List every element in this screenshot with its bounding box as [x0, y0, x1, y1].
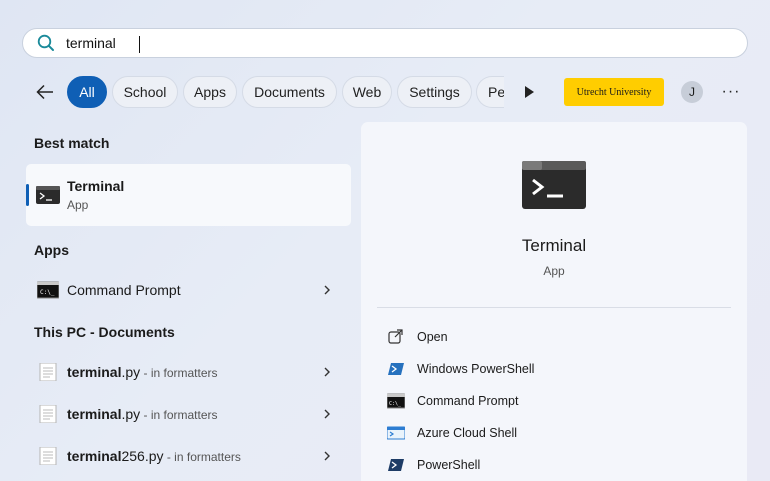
- preview-subtitle: App: [543, 264, 565, 278]
- list-item-label: terminal.py - in formatters: [67, 406, 218, 422]
- filter-bar: All School Apps Documents Web Settings P…: [0, 76, 770, 108]
- play-arrow-icon[interactable]: [522, 84, 536, 100]
- chevron-right-icon[interactable]: [322, 449, 332, 463]
- file-location: - in formatters: [140, 366, 218, 380]
- file-name: terminal: [67, 406, 122, 422]
- best-match-heading: Best match: [34, 135, 110, 151]
- filter-chip-apps[interactable]: Apps: [183, 76, 237, 108]
- preview-title: Terminal: [521, 236, 587, 255]
- action-label: Azure Cloud Shell: [417, 426, 518, 440]
- filter-chip-web[interactable]: Web: [342, 76, 392, 108]
- action-label: Windows PowerShell: [417, 362, 535, 376]
- chevron-right-icon[interactable]: [322, 283, 332, 297]
- list-item-label: terminal256.py - in formatters: [67, 448, 241, 464]
- document-icon: [39, 363, 57, 381]
- divider: [377, 307, 731, 308]
- action-azure-cloud-shell[interactable]: Azure Cloud Shell: [387, 419, 687, 447]
- selection-indicator: [26, 184, 29, 206]
- organization-badge[interactable]: Utrecht University: [564, 78, 664, 106]
- text-caret: [139, 36, 140, 53]
- back-arrow-icon[interactable]: [34, 81, 56, 103]
- action-powershell[interactable]: PowerShell: [387, 451, 687, 479]
- action-open[interactable]: Open: [387, 323, 687, 351]
- action-label: Command Prompt: [417, 394, 519, 408]
- open-external-icon: [388, 329, 403, 344]
- command-prompt-icon: C:\_: [387, 393, 405, 409]
- powershell-icon: [388, 459, 404, 471]
- terminal-app-icon: [36, 186, 60, 204]
- file-location: - in formatters: [163, 450, 241, 464]
- action-windows-powershell[interactable]: Windows PowerShell: [387, 355, 687, 383]
- document-icon: [39, 405, 57, 423]
- filter-chip-people[interactable]: Pe: [476, 76, 504, 108]
- command-prompt-icon: C:\_: [37, 281, 59, 299]
- avatar[interactable]: J: [681, 81, 703, 103]
- action-label: Open: [417, 330, 448, 344]
- filter-chip-school[interactable]: School: [112, 76, 178, 108]
- file-extension: .py: [121, 406, 141, 422]
- list-item-label: terminal.py - in formatters: [67, 364, 218, 380]
- best-match-name: Terminal: [67, 178, 125, 194]
- best-match-item[interactable]: Terminal App: [26, 164, 351, 226]
- file-name: terminal: [67, 448, 122, 464]
- file-extension: 256.py: [121, 448, 164, 464]
- apps-heading: Apps: [34, 242, 69, 258]
- search-box[interactable]: [22, 28, 748, 58]
- list-item[interactable]: terminal.py - in formatters: [26, 396, 351, 432]
- svg-text:C:\_: C:\_: [40, 289, 55, 296]
- azure-cloud-shell-icon: [387, 426, 405, 440]
- action-label: PowerShell: [417, 458, 481, 472]
- document-icon: [39, 447, 57, 465]
- filter-chip-all[interactable]: All: [67, 76, 107, 108]
- svg-text:C:\_: C:\_: [389, 401, 402, 407]
- file-location: - in formatters: [140, 408, 218, 422]
- terminal-app-icon: [522, 161, 586, 209]
- documents-heading: This PC - Documents: [34, 324, 175, 340]
- action-command-prompt[interactable]: C:\_ Command Prompt: [387, 387, 687, 415]
- best-match-type: App: [67, 198, 89, 212]
- search-input[interactable]: [66, 35, 666, 51]
- file-extension: .py: [121, 364, 141, 380]
- filter-chip-documents[interactable]: Documents: [242, 76, 337, 108]
- preview-pane: Terminal App Open Windows PowerShell C:\…: [361, 122, 747, 481]
- filter-chip-settings[interactable]: Settings: [397, 76, 472, 108]
- list-item[interactable]: terminal.py - in formatters: [26, 354, 351, 390]
- powershell-icon: [388, 363, 404, 375]
- list-item-label: Command Prompt: [67, 282, 181, 298]
- file-name: terminal: [67, 364, 122, 380]
- chevron-right-icon[interactable]: [322, 365, 332, 379]
- list-item[interactable]: terminal256.py - in formatters: [26, 438, 351, 474]
- more-options-button[interactable]: ···: [720, 81, 742, 103]
- list-item[interactable]: C:\_ Command Prompt: [26, 272, 351, 308]
- chevron-right-icon[interactable]: [322, 407, 332, 421]
- search-icon: [37, 34, 54, 51]
